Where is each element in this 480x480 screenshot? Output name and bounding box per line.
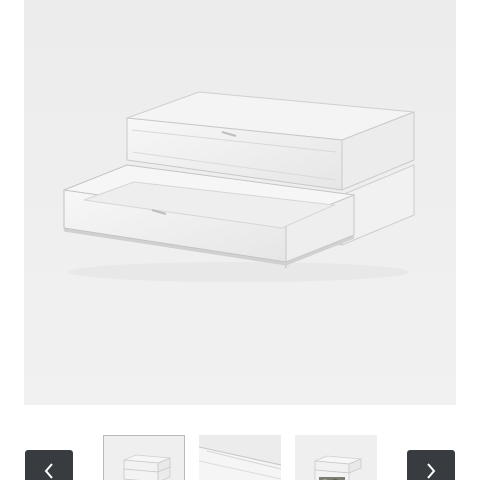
chevron-right-icon <box>427 463 436 479</box>
product-gallery <box>0 0 480 480</box>
main-product-image <box>24 0 456 405</box>
acrylic-box-with-contents-thumbnail <box>295 435 377 480</box>
acrylic-box-front-thumbnail <box>104 436 184 480</box>
thumbnail-2[interactable] <box>199 435 281 480</box>
thumbnail-3[interactable] <box>295 435 377 480</box>
chevron-left-icon <box>44 463 53 479</box>
acrylic-two-drawer-box-image <box>63 91 415 282</box>
next-image-button[interactable] <box>407 450 455 480</box>
thumbnail-1[interactable] <box>103 435 185 480</box>
prev-image-button[interactable] <box>25 450 73 480</box>
acrylic-box-closeup-thumbnail <box>199 435 281 480</box>
